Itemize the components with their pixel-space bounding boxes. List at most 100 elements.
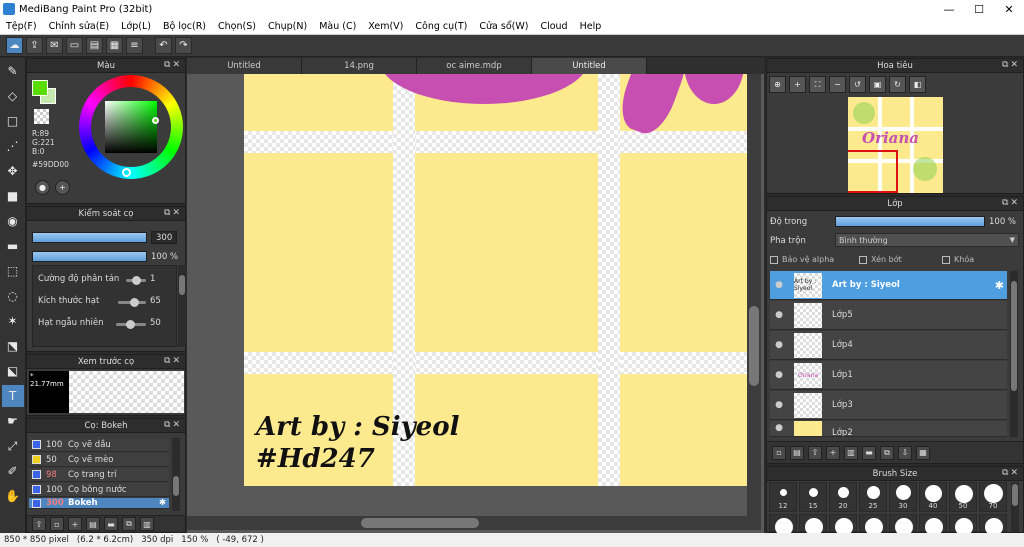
panel-close-icon[interactable]: ⧉✕	[1002, 198, 1020, 208]
eraser-tool-icon[interactable]: ◇	[2, 85, 24, 107]
brush-size-option[interactable]: 12	[769, 482, 797, 512]
magic-wand-tool-icon[interactable]: ✶	[2, 310, 24, 332]
brush-tool-icon[interactable]: ✎	[2, 60, 24, 82]
tab-untitled-1[interactable]: Untitled	[187, 58, 302, 74]
select-pen-tool-icon[interactable]: ⬔	[2, 335, 24, 357]
tab-14-png[interactable]: 14.png	[302, 58, 417, 74]
checkbox-box[interactable]	[859, 255, 867, 264]
canvas-vertical-scrollbar[interactable]	[747, 74, 761, 516]
brush-settings-scrollbar[interactable]	[178, 265, 186, 347]
slider-knob[interactable]	[132, 276, 141, 285]
duplicate-icon[interactable]: ⧉	[122, 517, 136, 531]
gear-icon[interactable]: ✱	[159, 498, 166, 508]
navigator-thumbnail[interactable]: Oriana	[848, 97, 943, 193]
brush-size-option[interactable]	[979, 514, 1007, 536]
panel-close-icon[interactable]: ⧉✕	[164, 356, 182, 366]
hue-knob[interactable]	[122, 168, 131, 177]
brush-item-selected[interactable]: 300 Bokeh ✱	[29, 498, 169, 509]
saturation-knob[interactable]	[152, 117, 159, 124]
visibility-icon[interactable]: ●	[772, 308, 786, 322]
visibility-icon[interactable]: ●	[772, 368, 786, 382]
delete-layer-icon[interactable]: ▦	[916, 445, 930, 460]
layer-row[interactable]: ● Lớp2	[770, 421, 1007, 437]
document-icon[interactable]: ▤	[86, 37, 103, 54]
slider-knob[interactable]	[130, 298, 139, 307]
canvas-horizontal-scrollbar[interactable]	[187, 516, 761, 530]
layer-row[interactable]: ● Lớp4	[770, 331, 1007, 360]
rotate-left-icon[interactable]: ↺	[849, 76, 866, 93]
brush-size-option[interactable]	[769, 514, 797, 536]
layer-row-selected[interactable]: ● Art by : Siyeol Art by : Siyeol ✱	[770, 271, 1007, 300]
gear-icon[interactable]: ✱	[995, 279, 1004, 292]
foreground-color-swatch[interactable]	[32, 80, 48, 96]
brush-size-option[interactable]	[799, 514, 827, 536]
eyedropper-tool-icon[interactable]: ⤢	[2, 435, 24, 457]
layers-scrollbar[interactable]	[1010, 271, 1018, 437]
zoom-fit-icon[interactable]: ⊕	[769, 76, 786, 93]
list-icon[interactable]: ≡	[126, 37, 143, 54]
brush-size-option[interactable]	[949, 514, 977, 536]
add-layer-menu-icon[interactable]: +	[826, 445, 840, 460]
menu-filter[interactable]: Bộ lọc(R)	[157, 21, 212, 32]
brush-size-option[interactable]: 50	[949, 482, 977, 512]
panel-close-icon[interactable]: ⧉✕	[164, 420, 182, 430]
add-color-icon[interactable]: +	[55, 180, 70, 195]
brush-size-option[interactable]: 40	[919, 482, 947, 512]
viewport-frame[interactable]	[848, 150, 898, 193]
panel-close-icon[interactable]: ⧉✕	[1002, 60, 1020, 70]
minimize-icon[interactable]: —	[934, 0, 964, 18]
brush-size-option[interactable]	[889, 514, 917, 536]
fill-rect-tool-icon[interactable]: ■	[2, 185, 24, 207]
visibility-icon[interactable]: ●	[772, 421, 786, 435]
close-icon[interactable]: ✕	[994, 0, 1024, 18]
slider-knob[interactable]	[126, 320, 135, 329]
flip-icon[interactable]: ◧	[909, 76, 926, 93]
layer-row[interactable]: ● Oriana Lớp1	[770, 361, 1007, 390]
brush-size-option[interactable]	[859, 514, 887, 536]
checkbox-box[interactable]	[770, 255, 778, 264]
brush-item[interactable]: 100 Cọ vẽ dầu	[29, 438, 169, 452]
grid-icon[interactable]: ▦	[106, 37, 123, 54]
panel-close-icon[interactable]: ⧉✕	[1002, 468, 1020, 478]
brush-opacity-slider[interactable]	[32, 251, 147, 262]
menu-help[interactable]: Help	[574, 21, 608, 32]
zoom-out-icon[interactable]: −	[829, 76, 846, 93]
tab-oc-aime[interactable]: oc aime.mdp	[417, 58, 532, 74]
select-rect-tool-icon[interactable]: ⬚	[2, 260, 24, 282]
palette-icon[interactable]: ●	[35, 180, 50, 195]
menu-tools[interactable]: Công cụ(T)	[409, 21, 473, 32]
rectangle-tool-icon[interactable]: □	[2, 110, 24, 132]
duplicate-layer-icon[interactable]: ⧉	[880, 445, 894, 460]
redo-icon[interactable]: ↷	[175, 37, 192, 54]
rotate-right-icon[interactable]: ↻	[889, 76, 906, 93]
dot-brush-tool-icon[interactable]: ⋰	[2, 135, 24, 157]
menu-cloud[interactable]: Cloud	[534, 21, 573, 32]
brush-size-option[interactable]: 70	[979, 482, 1007, 512]
new-brush-icon[interactable]: ▫	[50, 517, 64, 531]
text-tool-icon[interactable]: T	[1, 385, 24, 407]
brush-item[interactable]: 98 Cọ trang trí	[29, 468, 169, 482]
brush-size-option[interactable]: 25	[859, 482, 887, 512]
drawing-canvas[interactable]: Art by : Siyeol #Hd247	[244, 74, 747, 486]
menu-select[interactable]: Chọn(S)	[212, 21, 262, 32]
select-eraser-tool-icon[interactable]: ⬕	[2, 360, 24, 382]
layer-row[interactable]: ● Lớp5	[770, 301, 1007, 330]
brush-item[interactable]: 50 Cọ vẽ mèo	[29, 453, 169, 467]
menu-view[interactable]: Xem(V)	[362, 21, 409, 32]
brush-size-option[interactable]: 20	[829, 482, 857, 512]
actual-size-icon[interactable]: ▣	[869, 76, 886, 93]
menu-file[interactable]: Tệp(F)	[0, 21, 43, 32]
panel-close-icon[interactable]: ⧉✕	[164, 208, 182, 218]
menu-edit[interactable]: Chỉnh sửa(E)	[43, 21, 116, 32]
brush-size-option[interactable]: 30	[889, 482, 917, 512]
layer-settings-icon[interactable]: ▥	[844, 445, 858, 460]
brush-upload-icon[interactable]: ⇧	[32, 517, 46, 531]
comment-icon[interactable]: ✉	[46, 37, 63, 54]
new-halftone-layer-icon[interactable]: ▤	[790, 445, 804, 460]
blend-mode-select[interactable]: Bình thường ▼	[835, 233, 1019, 247]
bucket-tool-icon[interactable]: ◉	[2, 210, 24, 232]
brush-size-value[interactable]: 300	[151, 231, 177, 244]
trash-icon[interactable]: ▥	[140, 517, 154, 531]
undo-icon[interactable]: ↶	[155, 37, 172, 54]
layer-folder-icon[interactable]: ▬	[862, 445, 876, 460]
